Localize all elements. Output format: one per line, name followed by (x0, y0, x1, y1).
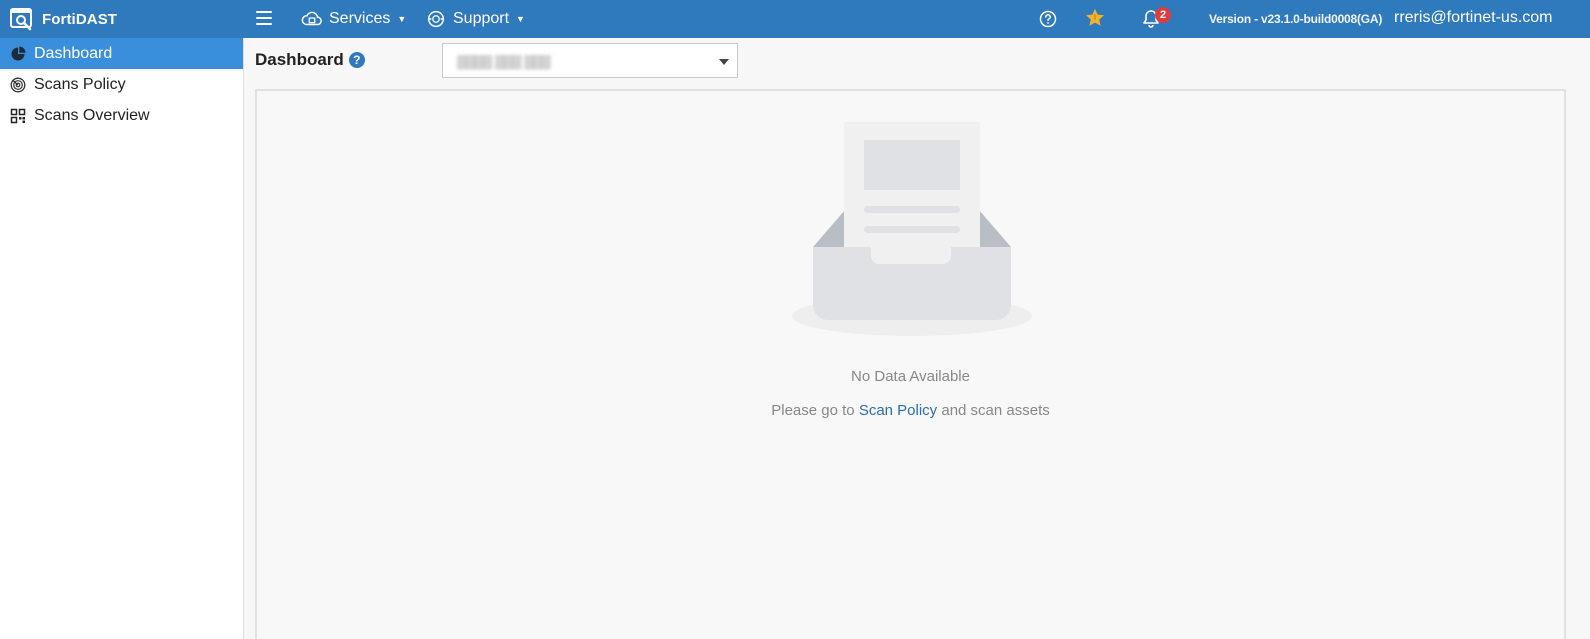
chevron-down-icon: ▼ (397, 14, 407, 24)
chevron-down-icon: ▼ (516, 14, 525, 24)
notification-badge: 2 (1155, 7, 1171, 23)
organization-select[interactable]: ▒▒▒▒ ▒▒▒ ▒▒▒ (442, 43, 738, 78)
pie-chart-icon (11, 46, 26, 60)
empty-inbox-icon (792, 122, 1032, 336)
empty-state-message: Please go to Scan Policy and scan assets (257, 402, 1564, 419)
sidebar-item-scans-overview[interactable]: Scans Overview (0, 100, 243, 131)
star-icon[interactable] (1084, 7, 1106, 29)
sidebar-item-scans-policy[interactable]: Scans Policy (0, 69, 243, 100)
cloud-services-icon (301, 11, 322, 26)
sidebar-item-label: Scans Policy (34, 75, 126, 93)
chevron-down-icon (719, 59, 729, 65)
help-icon[interactable]: ? (348, 52, 365, 68)
organization-select-value: ▒▒▒▒ ▒▒▒ ▒▒▒ (457, 54, 551, 69)
sidebar-item-label: Dashboard (34, 44, 113, 62)
brand[interactable]: FortiDAST (10, 0, 117, 38)
dashboard-panel: No Data Available Please go to Scan Poli… (255, 89, 1566, 639)
app-name: FortiDAST (42, 10, 118, 28)
services-menu[interactable]: Services ▼ (301, 0, 406, 38)
fortidast-logo-icon (10, 8, 32, 31)
menu-icon[interactable] (256, 11, 272, 27)
empty-state-suffix: and scan assets (941, 402, 1050, 419)
scan-policy-link[interactable]: Scan Policy (859, 402, 937, 419)
sidebar-item-dashboard[interactable]: Dashboard (0, 38, 243, 69)
empty-state-prefix: Please go to (771, 402, 855, 419)
support-menu[interactable]: Support ▼ (425, 0, 525, 38)
version-label: Version - v23.1.0-build0008(GA) (1209, 12, 1383, 26)
help-icon[interactable] (1039, 10, 1057, 28)
page-title: Dashboard ? (255, 50, 365, 70)
user-menu[interactable]: rreris@fortinet-us.com (1394, 9, 1553, 27)
support-icon (427, 10, 445, 28)
sidebar-item-label: Scans Overview (34, 106, 150, 124)
sidebar: Dashboard Scans Policy Scans Overview (0, 38, 244, 639)
top-navigation-bar: FortiDAST Services ▼ Support ▼ 2 Version… (0, 0, 1590, 38)
grid-icon (10, 108, 26, 123)
empty-state-title: No Data Available (851, 368, 970, 385)
services-label: Services (329, 10, 391, 27)
support-label: Support (453, 10, 510, 27)
radar-icon (10, 77, 26, 92)
page-title-text: Dashboard (255, 50, 344, 69)
